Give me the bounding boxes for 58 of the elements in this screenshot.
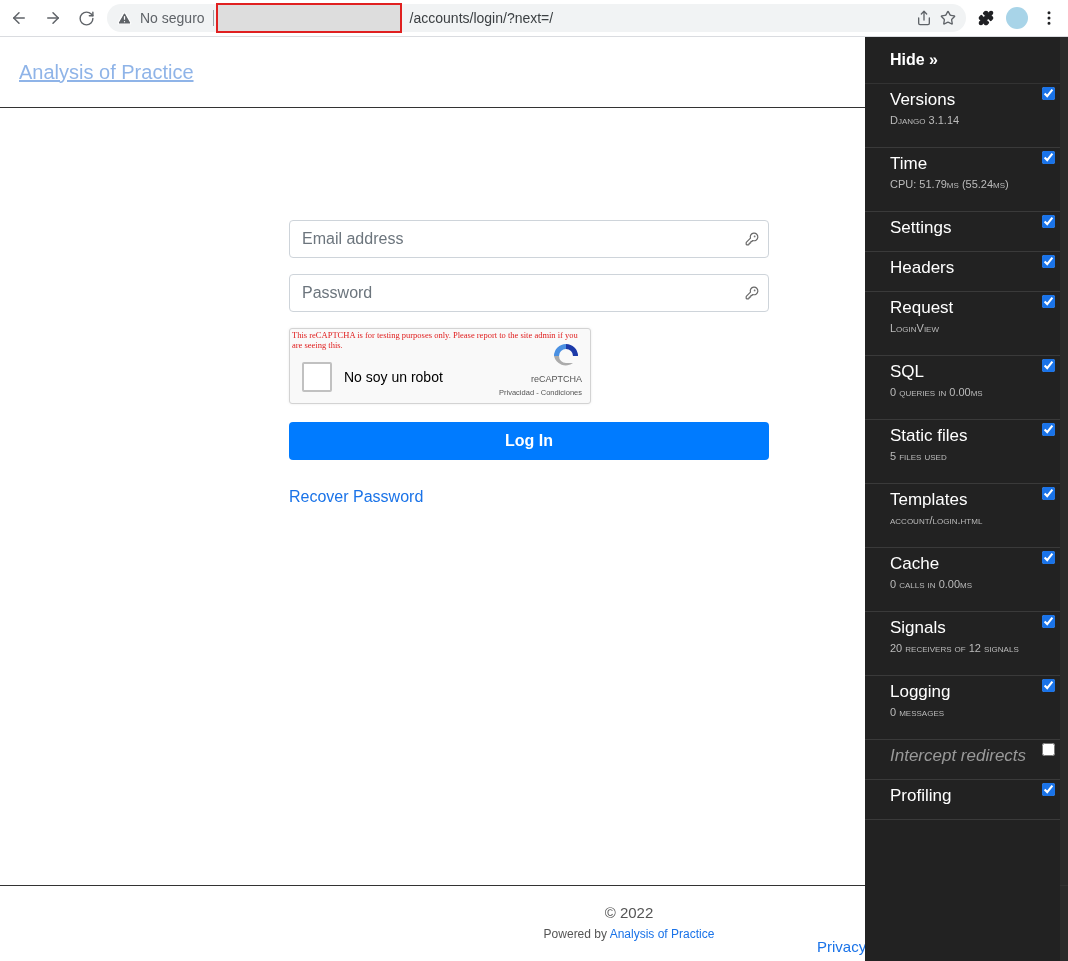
panel-title-link[interactable]: SQL: [890, 362, 1060, 382]
panel-summary: LoginView: [890, 322, 940, 334]
panel-summary: 5 files used: [890, 450, 948, 462]
captcha-warning: This reCAPTCHA is for testing purposes only. Please report to the site admin if you are seeing this.: [291, 329, 579, 351]
star-icon[interactable]: [940, 10, 956, 26]
panel-title-link[interactable]: Cache: [890, 554, 1060, 574]
panel-title-link[interactable]: Intercept redirects: [890, 746, 1060, 766]
panel-title-link[interactable]: Versions: [890, 90, 1060, 110]
powered-by-text: Powered by Analysis of Practice: [543, 927, 715, 941]
panel-checkbox[interactable]: [1042, 359, 1055, 372]
panel-checkbox[interactable]: [1042, 487, 1055, 500]
reload-icon: [78, 9, 95, 27]
security-label: No seguro: [140, 10, 205, 26]
panel-checkbox[interactable]: [1042, 295, 1055, 308]
panel-title-link[interactable]: Logging: [890, 682, 1060, 702]
panel-title-link[interactable]: Request: [890, 298, 1060, 318]
panel-title-link[interactable]: Signals: [890, 618, 1060, 638]
captcha-checkbox[interactable]: [302, 362, 332, 392]
forward-arrow-icon: [44, 9, 62, 27]
email-field[interactable]: Email address: [289, 220, 769, 258]
panel-summary: Django 3.1.14: [890, 114, 961, 126]
panel-checkbox[interactable]: [1042, 679, 1055, 692]
key-icon[interactable]: [745, 232, 759, 246]
panel-title-link[interactable]: Headers: [890, 258, 1060, 278]
panel-checkbox[interactable]: [1042, 255, 1055, 268]
panel-title-link[interactable]: Settings: [890, 218, 1060, 238]
panel-checkbox[interactable]: [1042, 151, 1055, 164]
privacy-link[interactable]: Privacy: [817, 938, 867, 955]
warning-icon: [117, 10, 132, 26]
address-bar[interactable]: No seguro /accounts/login/?next=/: [107, 4, 966, 32]
panel-summary: CPU: 51.79ms (55.24ms): [890, 178, 1010, 190]
panel-summary: 0 messages: [890, 706, 946, 718]
share-icon[interactable]: [916, 10, 932, 26]
panel-title-link[interactable]: Templates: [890, 490, 1060, 510]
panel-checkbox[interactable]: [1042, 87, 1055, 100]
url-path: /accounts/login/?next=/: [409, 10, 555, 26]
copyright-text: © 2022: [604, 904, 654, 921]
panel-checkbox[interactable]: [1042, 783, 1055, 796]
panel-checkbox[interactable]: [1042, 215, 1055, 228]
panel-title-link[interactable]: Static files: [890, 426, 1060, 446]
panel-summary: 0 queries in 0.00ms: [890, 386, 984, 398]
panel-checkbox[interactable]: [1042, 615, 1055, 628]
powered-by-link[interactable]: Analysis of Practice: [609, 927, 715, 941]
panel-summary: 0 calls in 0.00ms: [890, 578, 974, 590]
password-field[interactable]: Password: [289, 274, 769, 312]
panel-checkbox[interactable]: [1042, 743, 1055, 756]
panel-title-link[interactable]: Profiling: [890, 786, 1060, 806]
panel-checkbox[interactable]: [1042, 551, 1055, 564]
panel-title-link[interactable]: Time: [890, 154, 1060, 174]
captcha-label: No soy un robot: [344, 369, 443, 385]
panel-checkbox[interactable]: [1042, 423, 1055, 436]
login-button[interactable]: Log In: [289, 422, 769, 460]
hide-toolbar-link[interactable]: Hide »: [890, 51, 938, 69]
key-icon[interactable]: [745, 286, 759, 300]
captcha-brand: reCAPTCHA: [531, 374, 582, 384]
panel-summary: 20 receivers of 12 signals: [890, 642, 1020, 654]
recover-password-link[interactable]: Recover Password: [289, 488, 424, 506]
panel-summary: account/login.html: [890, 514, 984, 526]
